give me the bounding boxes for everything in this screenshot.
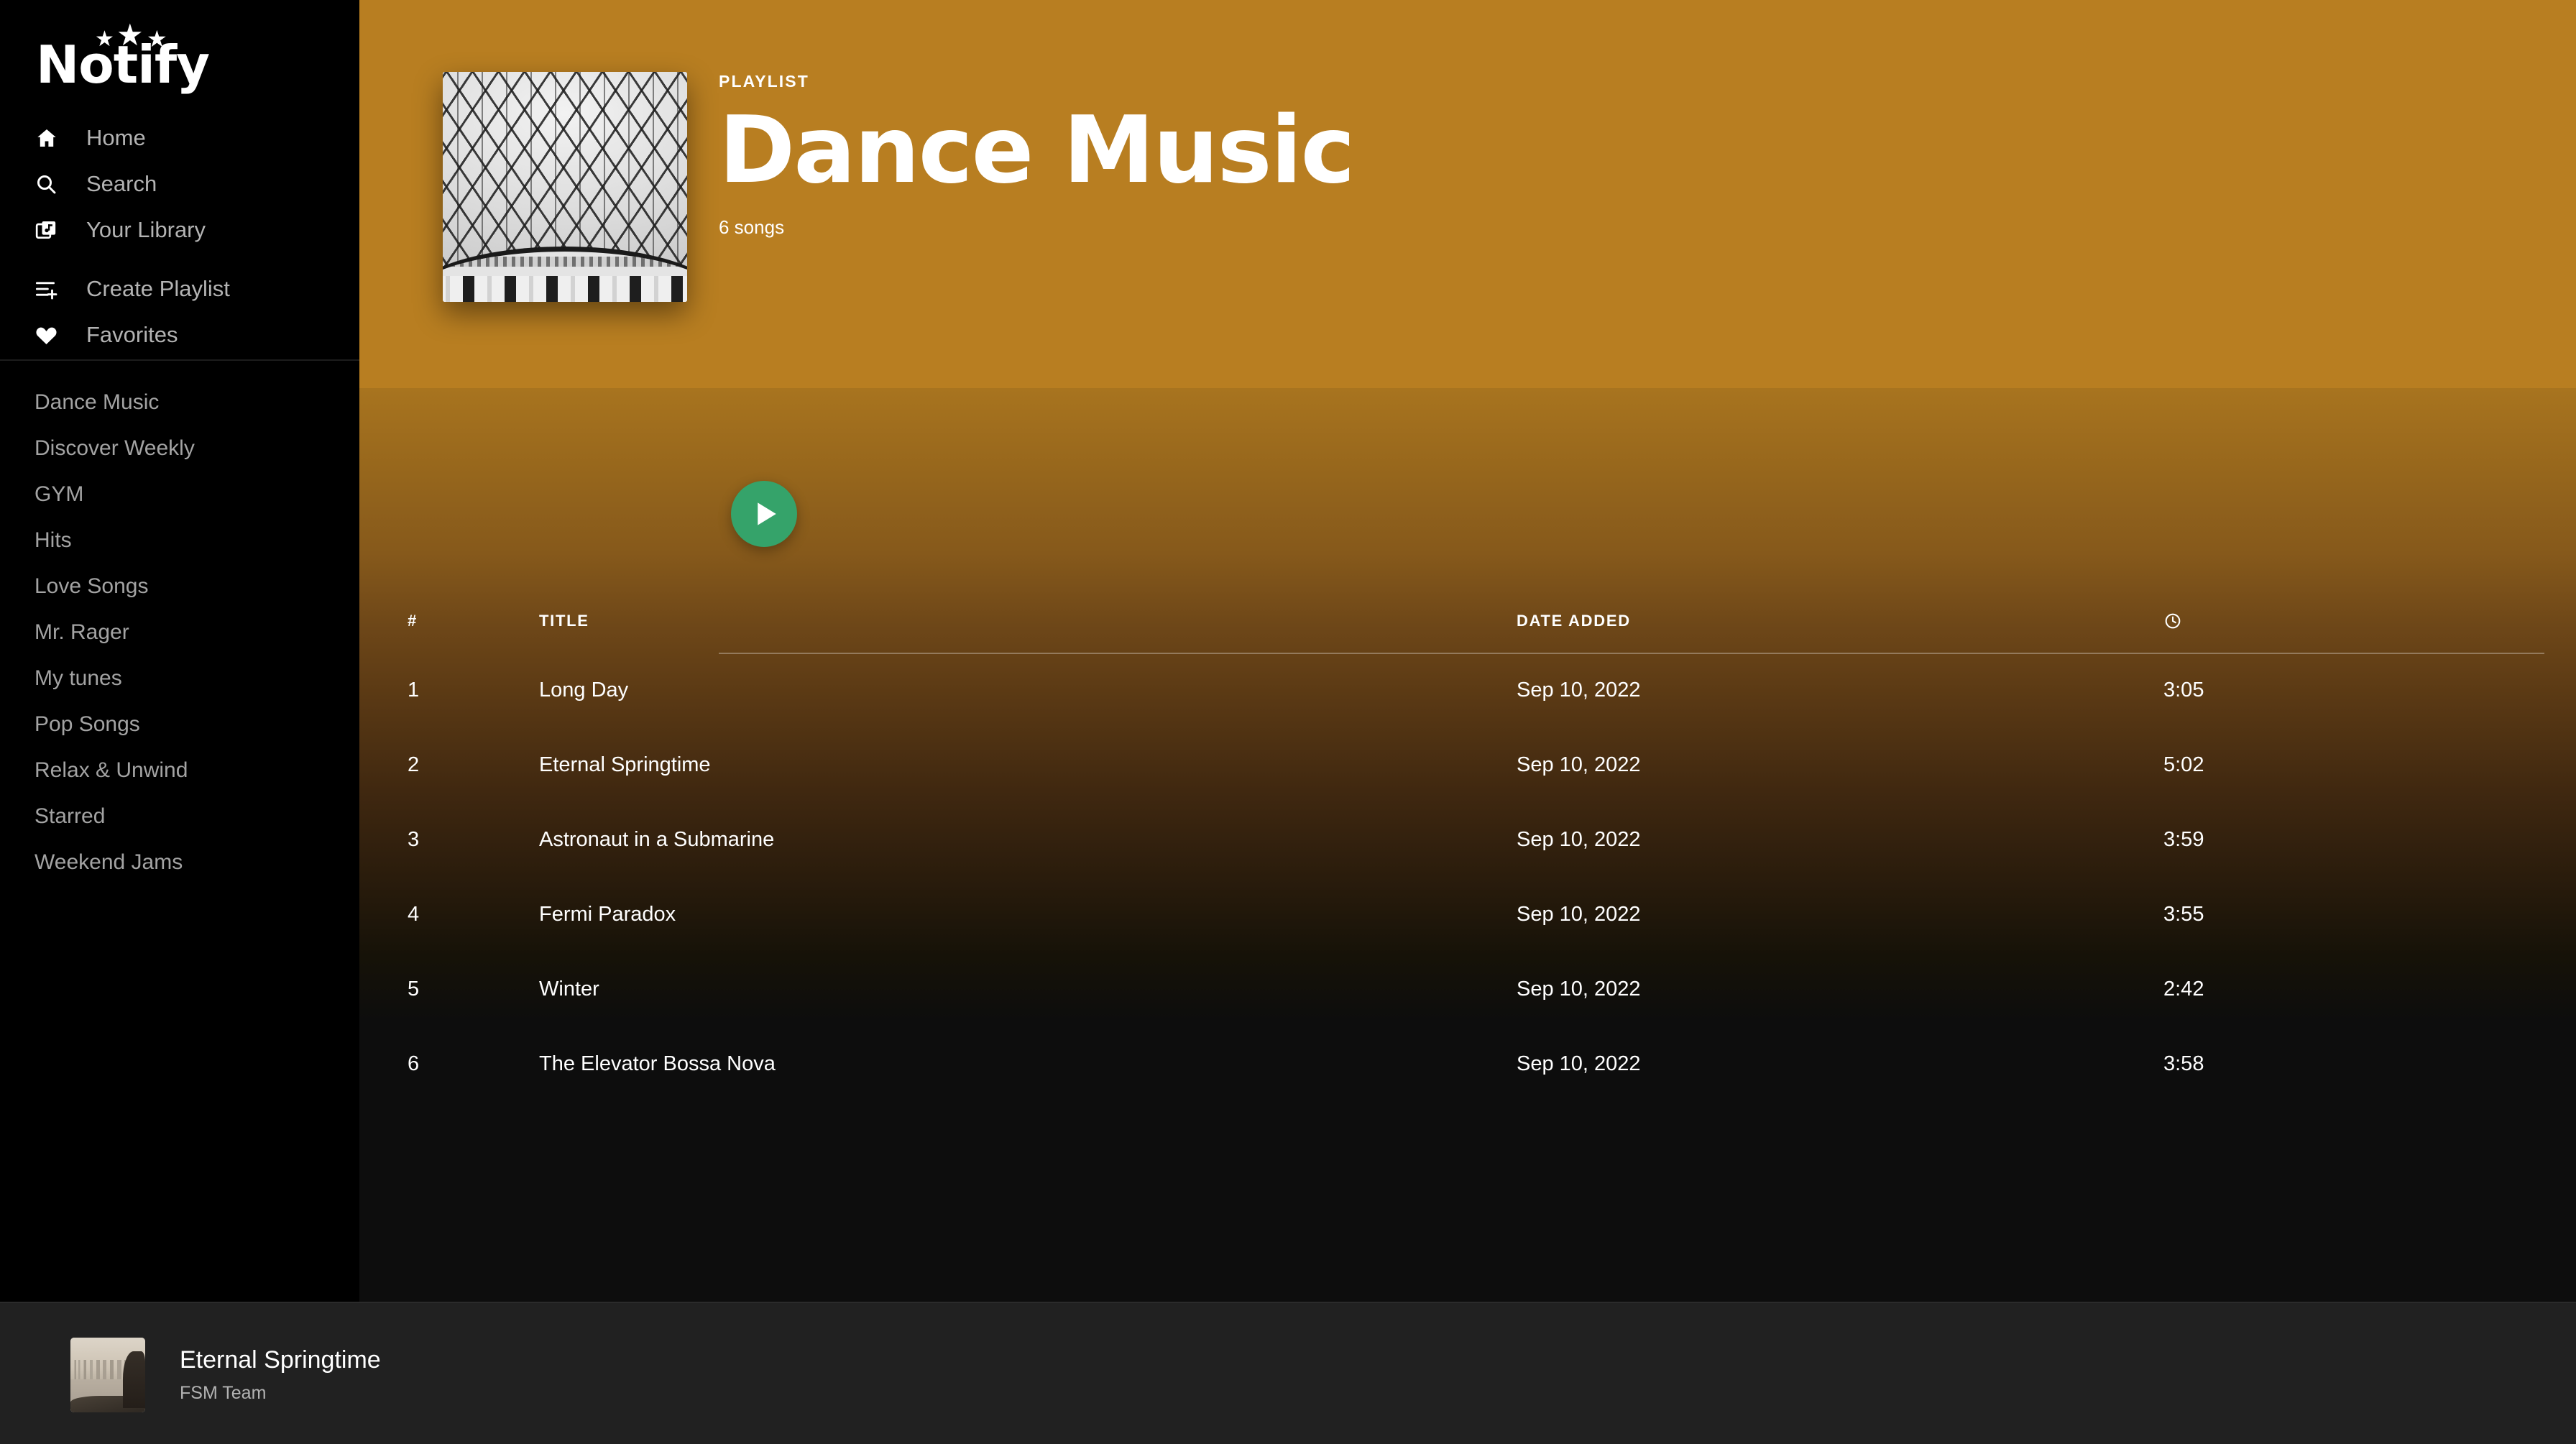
playlist-cover-art: [443, 72, 687, 302]
sidebar-playlist-item[interactable]: Starred: [0, 794, 359, 840]
track-duration: 2:42: [2163, 977, 2204, 1001]
track-table: # TITLE DATE ADDED 1 Long Day Sep 10, 20…: [359, 589, 2576, 1101]
track-number: 1: [408, 678, 420, 702]
now-playing-artist: FSM Team: [180, 1383, 267, 1403]
track-duration: 5:02: [2163, 753, 2204, 776]
sidebar-item-home-label: Home: [86, 125, 146, 150]
sidebar-playlist-item[interactable]: Dance Music: [0, 380, 359, 426]
track-date: Sep 10, 2022: [1517, 827, 1641, 851]
sidebar-item-home[interactable]: Home: [0, 115, 359, 161]
playlist-type-label: PLAYLIST: [719, 72, 809, 91]
play-icon: [757, 502, 776, 525]
artwork-person: [122, 1351, 145, 1408]
now-playing-artwork: [70, 1338, 145, 1412]
sidebar-playlist-item[interactable]: My tunes: [0, 656, 359, 702]
player-bar: Eternal Springtime FSM Team: [0, 1302, 2576, 1444]
track-number: 5: [408, 977, 420, 1001]
sidebar-item-favorites[interactable]: Favorites: [0, 312, 359, 358]
sidebar-item-search-label: Search: [86, 171, 157, 196]
table-row[interactable]: 2 Eternal Springtime Sep 10, 2022 5:02: [359, 727, 2576, 802]
track-title: Astronaut in a Submarine: [539, 827, 775, 851]
sidebar-playlist-item[interactable]: Pop Songs: [0, 702, 359, 748]
sidebar-nav-secondary: Create Playlist Favorites: [0, 266, 359, 358]
cover-dome-band: [443, 257, 687, 267]
sidebar-item-create-playlist-label: Create Playlist: [86, 276, 230, 301]
playlist-meta: PLAYLIST Dance Music 6 songs: [719, 72, 2300, 239]
cover-dome-columns: [443, 276, 687, 302]
sidebar-item-search[interactable]: Search: [0, 161, 359, 207]
track-duration: 3:58: [2163, 1052, 2204, 1075]
sidebar-item-create-playlist[interactable]: Create Playlist: [0, 266, 359, 312]
track-date: Sep 10, 2022: [1517, 902, 1641, 926]
now-playing-title: Eternal Springtime: [180, 1346, 381, 1374]
table-row[interactable]: 1 Long Day Sep 10, 2022 3:05: [359, 653, 2576, 727]
track-title: Winter: [539, 977, 599, 1001]
sidebar-nav-primary: Home Search Your Library: [0, 115, 359, 253]
track-duration: 3:05: [2163, 678, 2204, 702]
app-logo-text: Notify: [36, 35, 210, 95]
app-logo[interactable]: ★ ★ ★ Notify: [36, 20, 210, 99]
playlist-song-count: 6 songs: [719, 216, 785, 239]
sidebar-playlist-item[interactable]: Weekend Jams: [0, 840, 359, 886]
track-title: Fermi Paradox: [539, 902, 676, 926]
sidebar-playlist-item[interactable]: Hits: [0, 518, 359, 564]
track-number: 4: [408, 902, 420, 926]
sidebar-playlist-item[interactable]: Relax & Unwind: [0, 748, 359, 794]
sidebar-playlist-item[interactable]: Mr. Rager: [0, 610, 359, 656]
track-table-header: # TITLE DATE ADDED: [359, 589, 2576, 653]
track-duration: 3:59: [2163, 827, 2204, 851]
table-row[interactable]: 4 Fermi Paradox Sep 10, 2022 3:55: [359, 877, 2576, 952]
track-title: The Elevator Bossa Nova: [539, 1052, 776, 1075]
sidebar-playlist-item[interactable]: Love Songs: [0, 564, 359, 610]
cover-dome: [443, 247, 687, 302]
now-playing: Eternal Springtime FSM Team: [70, 1338, 381, 1412]
main-content: PLAYLIST Dance Music 6 songs # TITLE DAT…: [359, 0, 2576, 1302]
track-number: 2: [408, 753, 420, 776]
track-date: Sep 10, 2022: [1517, 977, 1641, 1001]
now-playing-meta: Eternal Springtime FSM Team: [180, 1346, 381, 1404]
sidebar: ★ ★ ★ Notify Home Search Your Library Cr…: [0, 0, 359, 1302]
clock-icon: [2165, 613, 2181, 629]
column-header-title: TITLE: [539, 612, 589, 630]
library-icon: [34, 216, 66, 244]
track-duration: 3:55: [2163, 902, 2204, 926]
table-row[interactable]: 6 The Elevator Bossa Nova Sep 10, 2022 3…: [359, 1026, 2576, 1101]
column-header-duration: [2163, 612, 2508, 630]
app-root: ★ ★ ★ Notify Home Search Your Library Cr…: [0, 0, 2576, 1444]
sidebar-playlist-item[interactable]: GYM: [0, 472, 359, 518]
heart-icon: [34, 321, 66, 349]
sidebar-item-your-library-label: Your Library: [86, 217, 206, 242]
track-date: Sep 10, 2022: [1517, 753, 1641, 776]
sidebar-item-your-library[interactable]: Your Library: [0, 207, 359, 253]
sidebar-divider: [0, 359, 359, 361]
column-header-number: #: [408, 612, 418, 630]
sidebar-playlist-list: Dance Music Discover Weekly GYM Hits Lov…: [0, 380, 359, 886]
create-playlist-icon: [34, 275, 66, 303]
track-date: Sep 10, 2022: [1517, 1052, 1641, 1075]
sidebar-playlist-item[interactable]: Discover Weekly: [0, 426, 359, 472]
column-header-date: DATE ADDED: [1517, 612, 1631, 630]
track-number: 6: [408, 1052, 420, 1075]
track-table-body: 1 Long Day Sep 10, 2022 3:05 2 Eternal S…: [359, 653, 2576, 1101]
play-playlist-button[interactable]: [731, 481, 797, 547]
search-icon: [34, 170, 66, 198]
track-number: 3: [408, 827, 420, 851]
track-title: Long Day: [539, 678, 629, 702]
sidebar-item-favorites-label: Favorites: [86, 322, 178, 347]
page-title: Dance Music: [719, 97, 1355, 204]
home-icon: [34, 124, 66, 152]
table-row[interactable]: 3 Astronaut in a Submarine Sep 10, 2022 …: [359, 802, 2576, 877]
track-title: Eternal Springtime: [539, 753, 711, 776]
track-date: Sep 10, 2022: [1517, 678, 1641, 702]
table-row[interactable]: 5 Winter Sep 10, 2022 2:42: [359, 952, 2576, 1026]
